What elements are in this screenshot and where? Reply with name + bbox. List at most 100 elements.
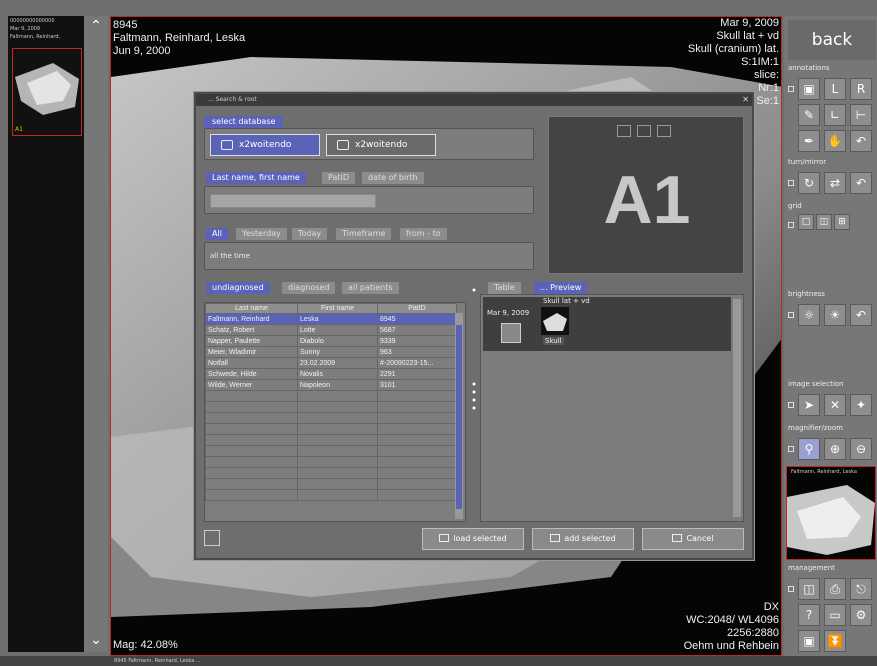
- pin-icon[interactable]: ✦: [850, 394, 872, 416]
- table-scrollbar[interactable]: [455, 313, 463, 519]
- scroll-down-button[interactable]: ⌄: [86, 632, 106, 648]
- settings-icon[interactable]: ⚙: [850, 604, 872, 626]
- series-scrollbar[interactable]: ⌃ ⌄: [84, 16, 108, 652]
- brightness-reset-icon[interactable]: ↶: [850, 304, 872, 326]
- image-selection-checkbox[interactable]: [788, 402, 794, 408]
- close-icon[interactable]: ✕: [742, 94, 749, 106]
- pointer-icon[interactable]: ➤: [798, 394, 820, 416]
- layout-split-horizontal-icon[interactable]: [637, 125, 651, 137]
- overlay-slice: slice:: [753, 69, 779, 81]
- table-row[interactable]: [205, 423, 457, 435]
- table-row[interactable]: Faltmann, Reinhard Leska 8945: [205, 313, 457, 325]
- add-selected-button[interactable]: add selected: [532, 528, 634, 550]
- scrollbar-thumb[interactable]: [456, 325, 462, 509]
- table-row[interactable]: [205, 412, 457, 424]
- export-icon[interactable]: ⎋: [850, 578, 872, 600]
- pen-icon[interactable]: ✎: [798, 104, 820, 126]
- print-icon[interactable]: ⎙: [824, 578, 846, 600]
- tab-table[interactable]: Table: [488, 282, 521, 294]
- right-marker-button[interactable]: R: [850, 78, 872, 100]
- hand-icon[interactable]: ✋: [824, 130, 846, 152]
- overview-thumbnail[interactable]: Faltmann, Reinhard, Leska: [786, 466, 876, 560]
- grid-double-icon[interactable]: ◫: [816, 214, 832, 230]
- table-row[interactable]: [205, 401, 457, 413]
- tab-name[interactable]: Last name, first name: [206, 172, 306, 184]
- archive-icon[interactable]: ◫: [798, 578, 820, 600]
- table-row[interactable]: Schwede, Hilde Novalis 2291: [205, 368, 457, 380]
- table-row[interactable]: Notfall 23.02.2009 #-20090223-15...: [205, 357, 457, 369]
- tab-dob[interactable]: date of birth: [362, 172, 424, 184]
- text-annotation-icon[interactable]: ▣: [798, 78, 820, 100]
- grid-single-icon[interactable]: □: [798, 214, 814, 230]
- column-last-name[interactable]: Last name: [205, 303, 298, 314]
- tab-diagnosed[interactable]: diagnosed: [282, 282, 336, 294]
- turn-mirror-checkbox[interactable]: [788, 180, 794, 186]
- tab-patid[interactable]: PatID: [322, 172, 356, 184]
- annotations-checkbox[interactable]: [788, 86, 794, 92]
- mirror-icon[interactable]: ⇄: [824, 172, 846, 194]
- database-button-1[interactable]: x2woitendo: [210, 134, 320, 156]
- column-first-name[interactable]: First name: [297, 303, 378, 314]
- zoom-in-icon[interactable]: ⊕: [824, 438, 846, 460]
- tab-preview[interactable]: ... Preview: [534, 282, 588, 294]
- table-row[interactable]: [205, 489, 457, 501]
- brush-icon[interactable]: ✒: [798, 130, 820, 152]
- load-selected-button[interactable]: load selected: [422, 528, 524, 550]
- column-patid[interactable]: PatID: [377, 303, 457, 314]
- management-checkbox[interactable]: [788, 586, 794, 592]
- table-row[interactable]: Napper, Paulette Diabolo 9339: [205, 335, 457, 347]
- rotate-icon[interactable]: ↻: [798, 172, 820, 194]
- help-icon[interactable]: ?: [798, 604, 820, 626]
- table-row[interactable]: Wilde, Werner Napoleon 3101: [205, 379, 457, 391]
- tab-all-patients[interactable]: all patients: [342, 282, 399, 294]
- brightness-low-icon[interactable]: ☼: [798, 304, 820, 326]
- table-row[interactable]: [205, 390, 457, 402]
- tab-all[interactable]: All: [206, 228, 228, 240]
- layout-split-vertical-icon[interactable]: [657, 125, 671, 137]
- turn-undo-icon[interactable]: ↶: [850, 172, 872, 194]
- grid-quad-icon[interactable]: ⊞: [834, 214, 850, 230]
- table-row[interactable]: [205, 434, 457, 446]
- search-input[interactable]: [210, 194, 376, 208]
- scroll-up-button[interactable]: ⌃: [86, 18, 106, 34]
- undo-icon[interactable]: ↶: [850, 130, 872, 152]
- tab-today[interactable]: Today: [292, 228, 328, 240]
- back-button[interactable]: back: [788, 20, 876, 60]
- database-button-2[interactable]: x2woitendo: [326, 134, 436, 156]
- measure-icon[interactable]: ⊢: [850, 104, 872, 126]
- splitter-handle[interactable]: [472, 284, 476, 414]
- table-cell: [297, 412, 378, 424]
- cancel-button[interactable]: Cancel: [642, 528, 744, 550]
- tab-yesterday[interactable]: Yesterday: [236, 228, 287, 240]
- deselect-icon[interactable]: ✕: [824, 394, 846, 416]
- magnifier-icon[interactable]: ⚲: [798, 438, 820, 460]
- zoom-out-icon[interactable]: ⊖: [850, 438, 872, 460]
- table-row[interactable]: [205, 478, 457, 490]
- table-cell: [205, 434, 298, 446]
- grid-checkbox[interactable]: [788, 222, 794, 228]
- table-row[interactable]: [205, 467, 457, 479]
- screen-icon[interactable]: ▭: [824, 604, 846, 626]
- left-marker-button[interactable]: L: [824, 78, 846, 100]
- refresh-icon[interactable]: [204, 530, 220, 546]
- tab-timeframe[interactable]: Timeframe: [336, 228, 392, 240]
- preview-scrollbar[interactable]: [733, 299, 741, 517]
- layout-single-icon[interactable]: [617, 125, 631, 137]
- angle-icon[interactable]: ∟: [824, 104, 846, 126]
- table-cell: 2291: [377, 368, 457, 380]
- burn-icon[interactable]: ⏬: [824, 630, 846, 652]
- tab-from-to[interactable]: from - to: [400, 228, 447, 240]
- study-icon[interactable]: [501, 323, 521, 343]
- table-row[interactable]: [205, 445, 457, 457]
- zoom-checkbox[interactable]: [788, 446, 794, 452]
- tab-undiagnosed[interactable]: undiagnosed: [206, 282, 270, 294]
- brightness-high-icon[interactable]: ☀: [824, 304, 846, 326]
- brightness-checkbox[interactable]: [788, 312, 794, 318]
- media-icon[interactable]: ▣: [798, 630, 820, 652]
- table-row[interactable]: [205, 456, 457, 468]
- preview-series-thumbnail[interactable]: [541, 307, 569, 335]
- series-thumbnail[interactable]: A1: [12, 48, 82, 136]
- table-row[interactable]: Schatz, Robert Lotte 5687: [205, 324, 457, 336]
- table-row[interactable]: Meier, Wladimir Sunny 963: [205, 346, 457, 358]
- preview-study-row[interactable]: Mar 9, 2009 Skull lat + vd Skull: [483, 297, 731, 351]
